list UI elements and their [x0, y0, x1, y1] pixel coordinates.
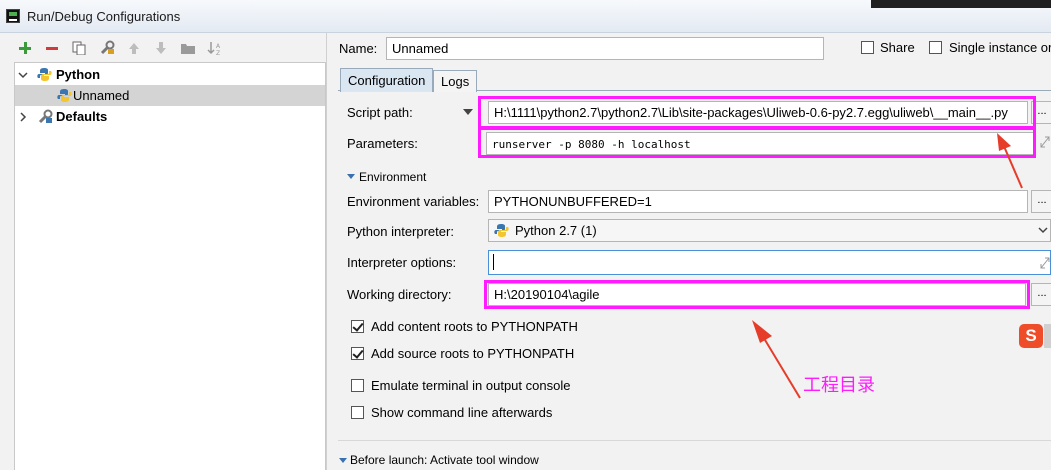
annotation-text: 工程目录: [803, 375, 875, 396]
annotation-arrows: [752, 133, 1023, 399]
